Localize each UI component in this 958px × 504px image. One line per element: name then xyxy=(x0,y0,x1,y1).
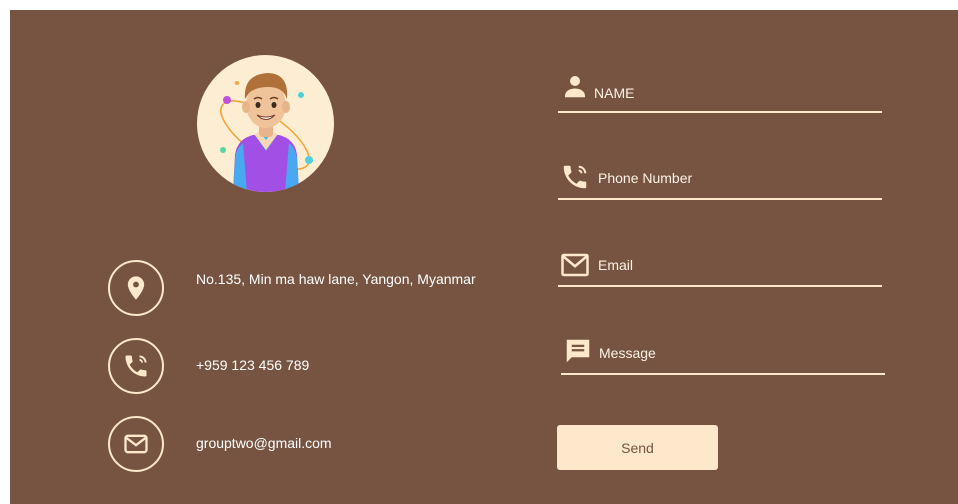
location-pin-icon xyxy=(108,260,164,316)
email-text: grouptwo@gmail.com xyxy=(196,435,332,451)
avatar-illustration xyxy=(220,73,313,192)
message-icon xyxy=(563,336,593,366)
person-icon xyxy=(560,71,590,101)
email-row: grouptwo@gmail.com xyxy=(108,416,488,472)
avatar xyxy=(197,55,334,192)
address-row: No.135, Min ma haw lane, Yangon, Myanmar xyxy=(108,260,488,316)
email-input[interactable] xyxy=(598,256,882,274)
phone-field xyxy=(558,150,882,200)
envelope-icon xyxy=(108,416,164,472)
message-underline xyxy=(561,373,885,375)
contact-panel: No.135, Min ma haw lane, Yangon, Myanmar… xyxy=(10,10,958,504)
name-input[interactable] xyxy=(594,84,882,102)
address-text: No.135, Min ma haw lane, Yangon, Myanmar xyxy=(196,271,476,287)
envelope-icon xyxy=(560,250,590,280)
name-field xyxy=(558,63,882,113)
phone-ringing-icon xyxy=(108,338,164,394)
email-underline xyxy=(558,285,882,287)
send-button[interactable]: Send xyxy=(557,425,718,470)
message-field xyxy=(561,325,885,375)
phone-underline xyxy=(558,198,882,200)
name-underline xyxy=(558,111,882,113)
email-field xyxy=(558,237,882,287)
message-input[interactable] xyxy=(599,344,885,362)
phone-row: +959 123 456 789 xyxy=(108,338,488,394)
phone-text: +959 123 456 789 xyxy=(196,357,310,373)
phone-input[interactable] xyxy=(598,169,882,187)
phone-ringing-icon xyxy=(560,162,590,192)
